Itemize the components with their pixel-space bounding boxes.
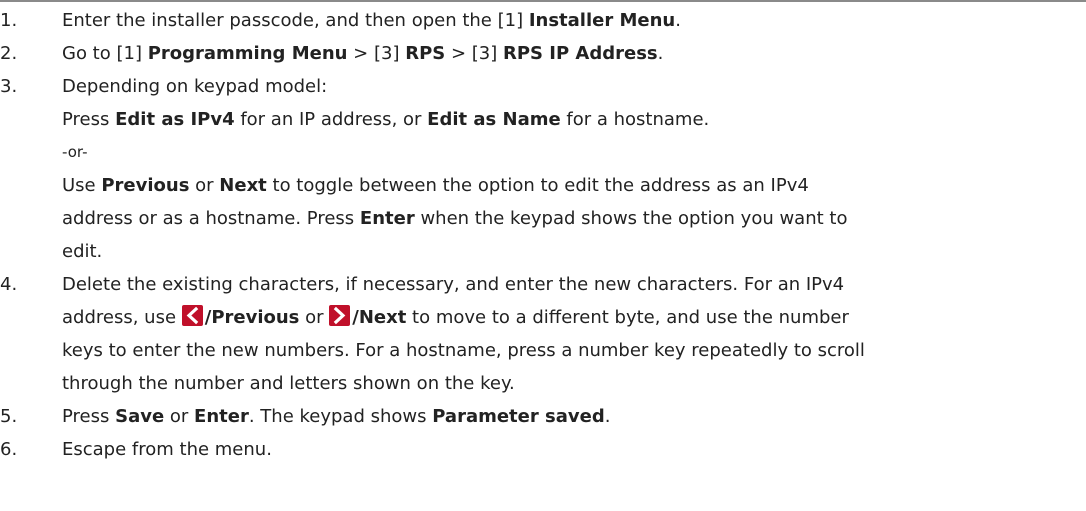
step-option-b-line-3: edit. [62, 241, 103, 262]
step-number: 2. [0, 43, 18, 64]
save-label: Save [115, 406, 165, 427]
step-line-3: keys to enter the new numbers. For a hos… [62, 340, 865, 361]
parameter-saved-label: Parameter saved [432, 406, 605, 427]
edit-as-ipv4-label: Edit as IPv4 [115, 109, 235, 130]
step-text: Escape from the menu. [62, 439, 272, 460]
enter-label: Enter [359, 208, 415, 229]
step-intro: Depending on keypad model: [62, 76, 328, 97]
step-body: Escape from the menu. [62, 433, 1086, 466]
step-number: 5. [0, 406, 18, 427]
left-arrow-key-icon [181, 305, 203, 326]
step-body: Press Save or Enter. The keypad shows Pa… [62, 400, 1086, 433]
or-separator: -or- [62, 143, 88, 161]
step-body: Enter the installer passcode, and then o… [62, 4, 1086, 37]
next-label: Next [219, 175, 267, 196]
rps-ip-address-label: RPS IP Address [502, 43, 658, 64]
step-text: Enter the installer passcode, and then o… [62, 10, 681, 31]
step-number: 1. [0, 10, 18, 31]
step-text: Press Save or Enter. The keypad shows Pa… [62, 406, 611, 427]
step-number: 4. [0, 274, 18, 295]
step-line-2: address, use /Previous or /Next to move … [62, 305, 849, 328]
step-text: Go to [1] Programming Menu > [3] RPS > [… [62, 43, 664, 64]
step-3: 3. Depending on keypad model: Press Edit… [0, 70, 1086, 268]
step-5: 5. Press Save or Enter. The keypad shows… [0, 400, 1086, 433]
step-number: 3. [0, 76, 18, 97]
step-option-a: Press Edit as IPv4 for an IP address, or… [62, 109, 710, 130]
step-option-b-line-1: Use Previous or Next to toggle between t… [62, 175, 809, 196]
step-body: Depending on keypad model: Press Edit as… [62, 70, 1086, 268]
step-1: 1. Enter the installer passcode, and the… [0, 4, 1086, 37]
step-4: 4. Delete the existing characters, if ne… [0, 268, 1086, 400]
edit-as-name-label: Edit as Name [427, 109, 561, 130]
steps-list: 1. Enter the installer passcode, and the… [0, 4, 1086, 466]
step-2: 2. Go to [1] Programming Menu > [3] RPS … [0, 37, 1086, 70]
previous-label: Previous [101, 175, 190, 196]
top-rule [0, 0, 1086, 2]
next-label: /Next [352, 307, 407, 328]
step-line-1: Delete the existing characters, if neces… [62, 274, 845, 295]
rps-label: RPS [405, 43, 446, 64]
programming-menu-label: Programming Menu [147, 43, 348, 64]
step-6: 6. Escape from the menu. [0, 433, 1086, 466]
installer-menu-label: Installer Menu [528, 10, 676, 31]
step-body: Go to [1] Programming Menu > [3] RPS > [… [62, 37, 1086, 70]
step-number: 6. [0, 439, 18, 460]
previous-label: /Previous [204, 307, 300, 328]
step-line-4: through the number and letters shown on … [62, 373, 515, 394]
step-body: Delete the existing characters, if neces… [62, 268, 1086, 400]
step-option-b-line-2: address or as a hostname. Press Enter wh… [62, 208, 848, 229]
enter-label: Enter [194, 406, 249, 427]
right-arrow-key-icon [329, 305, 351, 326]
